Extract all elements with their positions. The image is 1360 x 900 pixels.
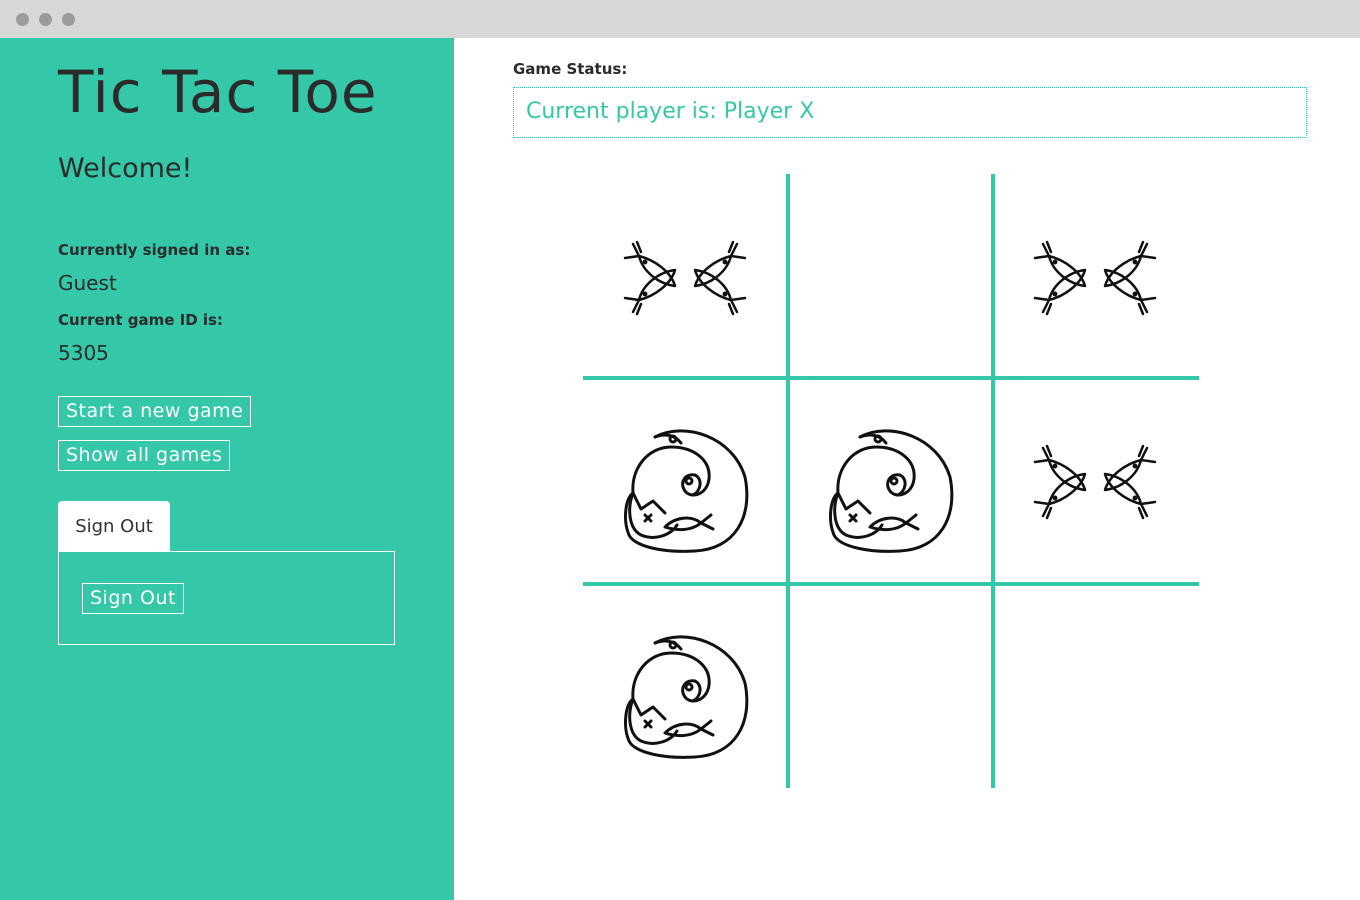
board-cell-3[interactable] xyxy=(585,382,785,582)
game-status-label: Game Status: xyxy=(513,60,628,78)
game-id-label: Current game ID is: xyxy=(58,311,223,329)
cat-icon xyxy=(624,429,749,553)
board-cell-1[interactable] xyxy=(790,178,990,378)
cat-icon xyxy=(624,635,749,759)
board-cell-2[interactable] xyxy=(995,178,1195,378)
fish-icon xyxy=(1033,240,1157,316)
sign-out-panel: Sign Out xyxy=(58,551,395,645)
board-cell-8[interactable] xyxy=(995,588,1195,788)
game-status-box: Current player is: Player X xyxy=(513,87,1307,138)
board-cell-7[interactable] xyxy=(790,588,990,788)
window-minimize-dot[interactable] xyxy=(39,13,52,26)
game-status-text: Current player is: Player X xyxy=(526,99,815,124)
board-grid-line xyxy=(583,582,1199,586)
welcome-heading: Welcome! xyxy=(58,153,193,184)
sidebar: Tic Tac Toe Welcome! Currently signed in… xyxy=(0,38,454,900)
signed-in-label: Currently signed in as: xyxy=(58,241,251,259)
window-maximize-dot[interactable] xyxy=(62,13,75,26)
window-close-dot[interactable] xyxy=(16,13,29,26)
fish-icon xyxy=(1033,444,1157,520)
app-title: Tic Tac Toe xyxy=(58,58,378,126)
board-cell-5[interactable] xyxy=(995,382,1195,582)
fish-icon xyxy=(623,240,747,316)
browser-titlebar xyxy=(0,0,1360,38)
signed-in-user: Guest xyxy=(58,271,117,295)
game-id-value: 5305 xyxy=(58,341,109,365)
tab-sign-out[interactable]: Sign Out xyxy=(58,501,170,552)
board-cell-6[interactable] xyxy=(585,588,785,788)
board-cell-0[interactable] xyxy=(585,178,785,378)
cat-icon xyxy=(829,429,954,553)
board-cell-4[interactable] xyxy=(790,382,990,582)
show-all-games-button[interactable]: Show all games xyxy=(58,440,231,471)
start-new-game-button[interactable]: Start a new game xyxy=(58,396,252,427)
sign-out-button[interactable]: Sign Out xyxy=(82,583,184,614)
